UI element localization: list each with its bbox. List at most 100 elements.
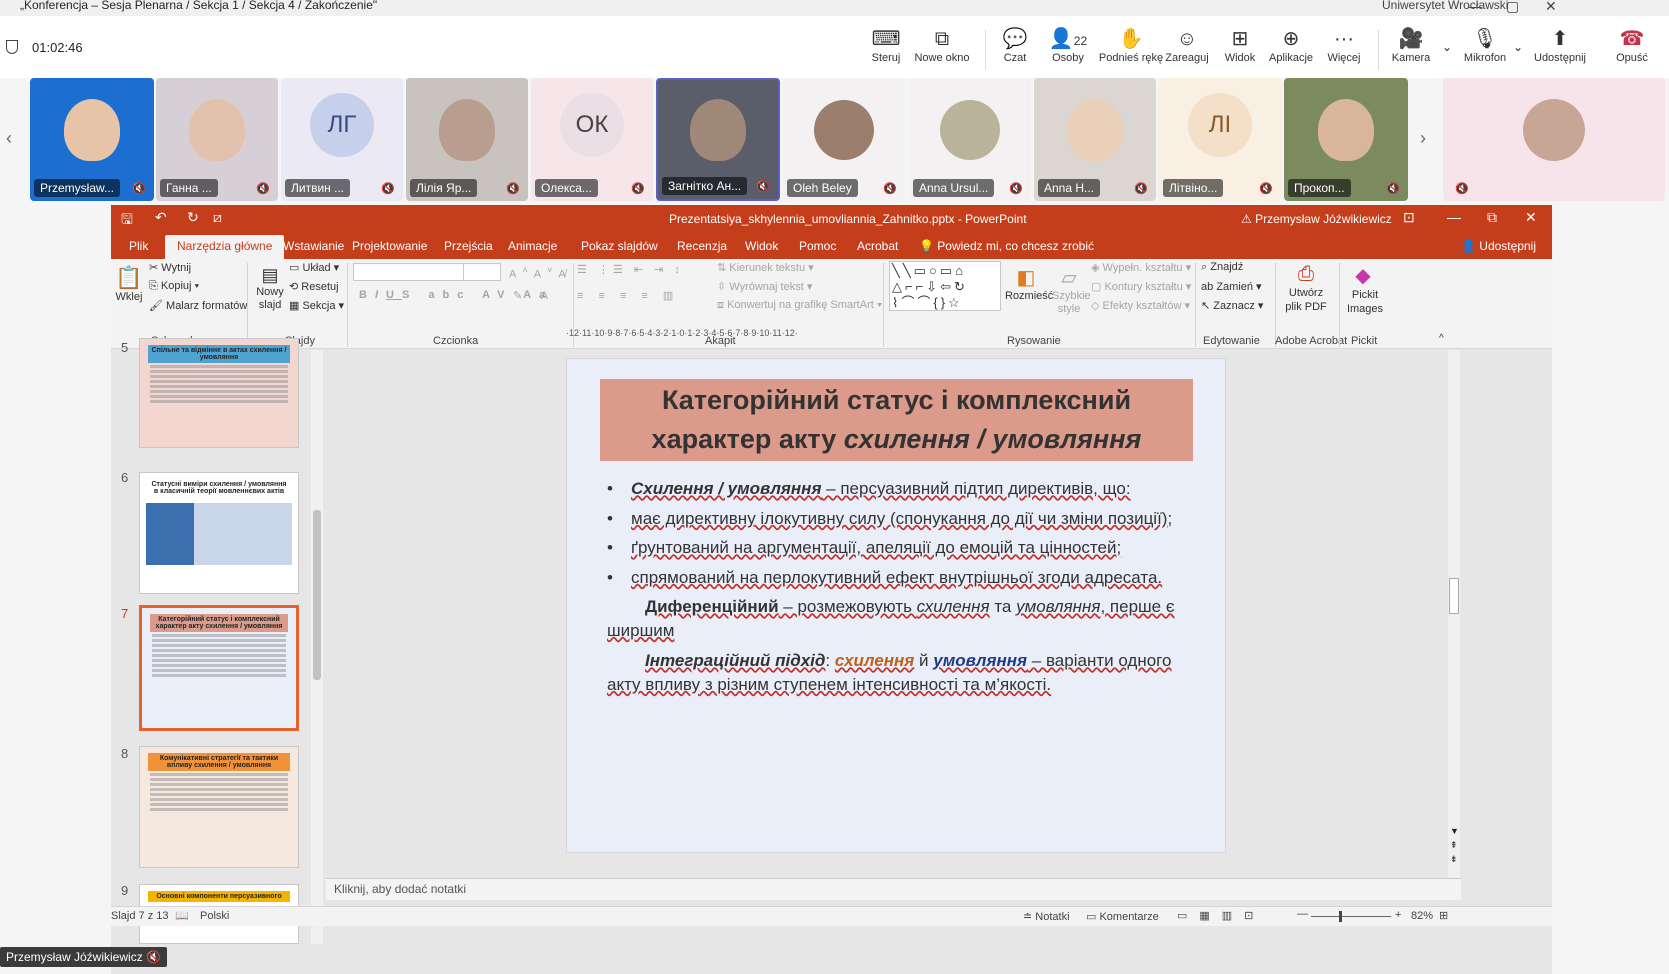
tell-me-search[interactable]: 💡 Powiedz mi, co chcesz zrobić xyxy=(919,239,1094,253)
fit-slide-icon[interactable]: ⊞ xyxy=(1439,909,1448,922)
text-direction-button[interactable]: ⇅ Kierunek tekstu ▾ xyxy=(717,261,814,274)
paste-button[interactable]: 📋 Wklej xyxy=(115,265,143,303)
tab-design[interactable]: Projektowanie xyxy=(352,239,427,253)
zoom-slider-thumb[interactable] xyxy=(1339,911,1342,922)
chevron-left-icon[interactable]: ‹ xyxy=(6,128,12,149)
chevron-down-icon[interactable]: ⌄ xyxy=(1513,40,1523,54)
close-icon[interactable]: ✕ xyxy=(1525,209,1537,226)
zoom-slider[interactable] xyxy=(1311,916,1391,917)
previous-slide-icon[interactable]: ⇞ xyxy=(1450,840,1458,851)
smartart-button[interactable]: ⧈ Konwertuj na grafikę SmartArt ▾ xyxy=(717,299,882,312)
collapse-ribbon-icon[interactable]: ^ xyxy=(1439,333,1444,344)
font-name-field[interactable] xyxy=(353,263,465,281)
font-size-buttons[interactable]: A˄A˅A̸ xyxy=(509,265,572,281)
tab-help[interactable]: Pomoc xyxy=(799,239,836,253)
select-button[interactable]: ↖ Zaznacz ▾ xyxy=(1201,299,1263,312)
minimize-icon[interactable]: — xyxy=(1468,0,1482,14)
editor-scrollbar[interactable]: ▼ ⇞ ⇟ xyxy=(1448,350,1460,878)
participant-tile[interactable]: Прокоп... 🔇 xyxy=(1284,78,1408,201)
zoom-level[interactable]: 82% xyxy=(1411,910,1433,922)
restore-icon[interactable]: ⧉ xyxy=(1487,209,1497,226)
arrange-button[interactable]: ◧ Rozmieść xyxy=(1005,265,1053,302)
spelling-icon[interactable]: 📖 xyxy=(175,909,189,922)
raise-hand-button[interactable]: ✋ Podnieś rękę xyxy=(1098,26,1164,64)
tab-acrobat[interactable]: Acrobat xyxy=(857,239,898,253)
comments-toggle[interactable]: ▭ Komentarze xyxy=(1086,910,1159,923)
slide-thumbnail-selected[interactable]: Категорійний статус і комплексний характ… xyxy=(139,605,299,731)
font-color-buttons[interactable]: ✎ A xyxy=(513,289,556,302)
participant-tile[interactable]: Oleh Beley 🔇 xyxy=(783,78,905,201)
scroll-down-icon[interactable]: ▼ xyxy=(1450,826,1459,836)
tab-view[interactable]: Widok xyxy=(745,239,778,253)
self-view-tile[interactable]: 🔇 xyxy=(1443,78,1665,201)
participant-tile[interactable]: ОК Олекса... 🔇 xyxy=(531,78,653,201)
more-button[interactable]: ··· Więcej xyxy=(1324,26,1364,64)
format-painter-button[interactable]: 🖌 Malarz formatów xyxy=(149,299,247,312)
slide-title[interactable]: Категорійний статус і комплексний характ… xyxy=(600,379,1193,461)
pickit-button[interactable]: ◆ Pickit Images xyxy=(1345,263,1383,316)
copy-button[interactable]: ⎘ Kopiuj ▾ xyxy=(149,280,199,293)
tab-transitions[interactable]: Przejścia xyxy=(444,239,493,253)
popout-button[interactable]: ⧉ Nowe okno xyxy=(912,26,972,64)
leave-button[interactable]: ☎ Opuść xyxy=(1612,26,1652,64)
slide-thumbnail[interactable]: Комунікативні стратегії та тактики вплив… xyxy=(139,746,299,868)
slide-canvas[interactable]: Категорійний статус і комплексний характ… xyxy=(566,358,1226,853)
save-icon[interactable]: 🖫 xyxy=(121,209,133,233)
shape-fill-button[interactable]: ◈ Wypełn. kształtu ▾ xyxy=(1091,261,1191,274)
view-buttons[interactable]: ▭▦▥⊡ xyxy=(1177,909,1265,922)
chevron-right-icon[interactable]: › xyxy=(1420,128,1426,149)
align-buttons[interactable]: ≡ ≡ ≡ ≡ ▥ xyxy=(577,289,679,302)
font-size-field[interactable] xyxy=(463,263,501,281)
camera-button[interactable]: 🎥 Kamera xyxy=(1386,26,1436,64)
react-button[interactable]: ☺ Zareaguj xyxy=(1162,26,1212,64)
tab-animations[interactable]: Animacje xyxy=(508,239,557,253)
mic-button[interactable]: 🎙 Mikrofon xyxy=(1460,26,1510,64)
undo-icon[interactable]: ↶ xyxy=(155,209,167,226)
tab-slideshow[interactable]: Pokaz slajdów xyxy=(581,239,658,253)
slide-body[interactable]: Схилення / умовляння – персуазивний підт… xyxy=(607,477,1187,703)
zoom-in-icon[interactable]: + xyxy=(1395,909,1401,921)
participant-tile[interactable]: ЛГ Литвин ... 🔇 xyxy=(281,78,403,201)
shapes-gallery[interactable]: ╲╲▭○▭⌂ △⌐⌐⇩⇦↻ ⌇⌒⌒{}☆ xyxy=(889,261,1001,311)
view-button[interactable]: ⊞ Widok xyxy=(1220,26,1260,64)
slide-thumbnail[interactable]: Спільне та відмінне в актах схилення / у… xyxy=(139,338,299,448)
chevron-down-icon[interactable]: ⌄ xyxy=(1442,40,1452,54)
participant-tile[interactable]: Anna Ursul... 🔇 xyxy=(909,78,1031,201)
participant-tile[interactable]: Лілія Яр... 🔇 xyxy=(406,78,528,201)
ribbon-display-icon[interactable]: ⊡ xyxy=(1403,209,1415,226)
replace-button[interactable]: ab Zamień ▾ xyxy=(1201,280,1262,293)
shape-outline-button[interactable]: ▢ Kontury kształtu ▾ xyxy=(1091,280,1191,293)
language-status[interactable]: Polski xyxy=(200,910,229,922)
align-text-button[interactable]: ⇳ Wyrównaj tekst ▾ xyxy=(717,280,812,293)
apps-button[interactable]: ⊕ Aplikacje xyxy=(1266,26,1316,64)
participant-tile[interactable]: Ганна ... 🔇 xyxy=(156,78,278,201)
present-icon[interactable]: ⧄ xyxy=(213,209,222,226)
participant-tile[interactable]: Загнітко Ан... 🔇 xyxy=(656,78,780,201)
user-name[interactable]: ⚠ Przemysław Jóźwikiewicz xyxy=(1241,212,1392,226)
next-slide-icon[interactable]: ⇟ xyxy=(1450,854,1458,865)
minimize-icon[interactable]: — xyxy=(1447,209,1461,225)
create-pdf-button[interactable]: ⎙ Utwórz plik PDF xyxy=(1281,263,1331,314)
slide-thumbnail[interactable]: Статусні виміри схилення / умовляння в к… xyxy=(139,472,299,594)
people-button[interactable]: 👤22 Osoby xyxy=(1048,26,1088,64)
tab-insert[interactable]: Wstawianie xyxy=(283,239,344,253)
share-button[interactable]: ⬆ Udostępnij xyxy=(1530,26,1590,64)
shape-effects-button[interactable]: ◇ Efekty kształtów ▾ xyxy=(1091,299,1190,312)
maximize-icon[interactable]: ▢ xyxy=(1506,0,1519,15)
tab-review[interactable]: Recenzja xyxy=(677,239,727,253)
scrollbar-thumb[interactable] xyxy=(1449,578,1459,614)
control-button[interactable]: ⌨ Steruj xyxy=(866,26,906,64)
chat-button[interactable]: 💬 Czat xyxy=(998,26,1032,64)
reset-button[interactable]: ⟲ Resetuj xyxy=(289,280,339,293)
tab-file[interactable]: Plik xyxy=(129,239,148,253)
participant-tile[interactable]: ЛІ Літвіно... 🔇 xyxy=(1159,78,1281,201)
participant-tile[interactable]: Anna H... 🔇 xyxy=(1034,78,1156,201)
close-icon[interactable]: ✕ xyxy=(1545,0,1557,15)
thumbnails-scrollbar[interactable] xyxy=(311,350,323,944)
share-button[interactable]: 👤 Udostępnij xyxy=(1461,239,1536,253)
notes-toggle[interactable]: ≐ Notatki xyxy=(1023,910,1070,923)
new-slide-button[interactable]: ▤ Nowy slajd xyxy=(253,265,287,312)
participant-tile[interactable]: Przemysław... 🔇 xyxy=(30,78,154,201)
zoom-out-icon[interactable]: — xyxy=(1297,908,1308,920)
tab-home[interactable]: Narzędzia główne xyxy=(165,235,285,259)
